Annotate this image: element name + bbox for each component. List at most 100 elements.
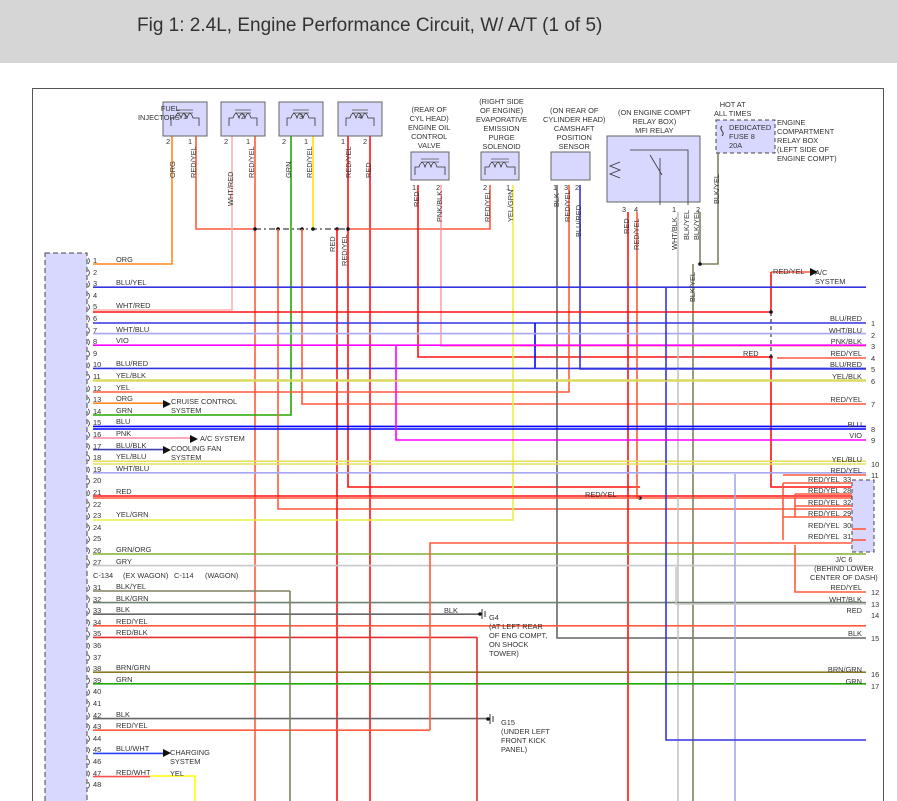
oil-valve-label: (REAR OF CYL HEAD) ENGINE OIL CONTROL VA… [408, 105, 451, 150]
wire-label: RED/YEL [585, 490, 617, 499]
wire-label: YEL/BLU [116, 452, 147, 462]
wire-label: RED/YEL [830, 349, 862, 358]
wire-label: RED/YEL [632, 218, 641, 250]
pin-number: 24 [93, 522, 102, 532]
pin-terminal-icon [87, 781, 90, 789]
wire-label: ORG [168, 161, 177, 178]
pin-number: 26 [93, 546, 102, 555]
pin-number: 9 [871, 436, 876, 445]
wire-label: RED/YEL [830, 395, 862, 404]
pin-number: 12 [93, 383, 102, 393]
pin-number: 28 [843, 486, 852, 495]
ex-wagon-label: (EX WAGON) [123, 571, 169, 580]
connector-c114: C-114 [174, 571, 194, 580]
splice-dot [769, 310, 773, 314]
purge-solenoid [480, 151, 520, 181]
pin-number: 35 [93, 629, 102, 639]
mfi-relay [606, 135, 701, 203]
pin-number: 39 [93, 675, 102, 685]
pin-number: 21 [93, 488, 102, 497]
pin-number: 43 [93, 722, 102, 732]
pin-number: 38 [93, 664, 102, 674]
wire-label: RED/YEL [808, 509, 840, 518]
cruise-control-dest: CRUISE CONTROL SYSTEM [171, 397, 238, 415]
fuel-injectors-label: FUEL INJECTORS [138, 104, 180, 122]
pin-terminal-icon [87, 315, 90, 323]
pin-number: 1 [672, 205, 677, 214]
wagon-label: (WAGON) [205, 571, 239, 580]
wire-label: WHT/BLK [829, 595, 862, 604]
engine-connector [44, 252, 88, 801]
pin-number: 31 [93, 583, 102, 592]
pin-terminal-icon [87, 689, 90, 696]
wire-label: WHT/RED [116, 301, 151, 311]
pin-number: 3 [871, 342, 876, 351]
pin-terminal-icon [87, 350, 90, 358]
pin-number: 2 [363, 137, 368, 146]
pin-terminal-icon [87, 466, 90, 474]
pin-number: 2 [282, 137, 287, 146]
pin-number: 8 [871, 425, 876, 434]
splice-dot [478, 612, 482, 616]
pin-terminal-icon [87, 373, 90, 381]
wire-label: RED [743, 349, 759, 358]
wire-label: RED/BLK [116, 628, 148, 638]
pin-number: 33 [93, 606, 102, 616]
wire-label: WHT/BLU [116, 463, 150, 473]
pin-terminal-icon [87, 677, 90, 685]
pin-number: 1 [188, 137, 193, 146]
wire-label: RED [328, 236, 337, 252]
wire-label: BLU/WHT [116, 744, 150, 754]
pin-number: 27 [93, 557, 102, 567]
pin-number: 4 [871, 354, 876, 363]
pin-terminal-icon [87, 770, 90, 777]
pin-number: 32 [843, 498, 852, 507]
purge-solenoid-label: (RIGHT SIDE OF ENGINE) EVAPORATIVE EMISS… [476, 97, 528, 151]
pin-number: 13 [93, 395, 102, 405]
wire-label: RED/YEL [116, 616, 148, 626]
wire-label: YEL/BLK [832, 372, 862, 381]
pin-number: 23 [93, 511, 102, 521]
jc6-connector [851, 479, 875, 553]
wire-label: YEL/BLK [116, 371, 146, 380]
splice-dot [486, 717, 490, 721]
wire-label: GRN [116, 405, 133, 415]
pin-number: 15 [871, 634, 880, 643]
injector-number: 4 [358, 112, 363, 121]
pin-number: 17 [93, 441, 102, 451]
pin-terminal-icon [87, 596, 90, 603]
pin-terminal-icon [87, 631, 90, 638]
wire-label: BRN/GRN [116, 663, 151, 673]
wire-label: BLK/YEL [688, 272, 697, 302]
pin-terminal-icon [87, 747, 90, 754]
pin-number: 30 [843, 521, 852, 530]
wire-label: GRN [116, 674, 133, 684]
pin-terminal-icon [87, 443, 90, 450]
ground-g15-label: G15 (UNDER LEFT FRONT KICK PANEL) [501, 718, 550, 754]
wire-label: RED [412, 191, 421, 207]
pin-terminal-icon [87, 642, 90, 650]
wire-label: RED/YEL [808, 521, 840, 530]
pin-number: 3 [622, 205, 627, 214]
arrow-icon [163, 400, 171, 408]
pin-number: 5 [93, 302, 98, 312]
pin-terminal-icon [87, 512, 90, 520]
pin-number: 46 [93, 757, 102, 766]
wire-label: WHT/RED [226, 171, 235, 207]
hot-at-all-times-label: HOT AT ALL TIMES [714, 100, 752, 118]
pin-number: 45 [93, 745, 102, 755]
pin-terminal-icon [87, 712, 90, 719]
pin-number: 16 [871, 670, 880, 679]
oil-control-valve [410, 151, 450, 181]
splice-dot [253, 227, 257, 231]
pin-terminal-icon [87, 327, 90, 334]
pin-number: 4 [634, 205, 639, 214]
wire-label: BLU [847, 420, 862, 429]
wire-label: RED/YEL [808, 498, 840, 507]
pin-terminal-icon [87, 700, 90, 708]
wiring-diagram: Fig 1: 2.4L, Engine Performance Circuit,… [0, 0, 897, 801]
pin-number: 11 [93, 372, 101, 381]
pin-number: 5 [871, 365, 876, 374]
pin-number: 2 [93, 267, 98, 277]
relay-box-label: ENGINE COMPARTMENT RELAY BOX (LEFT SIDE … [777, 118, 837, 163]
